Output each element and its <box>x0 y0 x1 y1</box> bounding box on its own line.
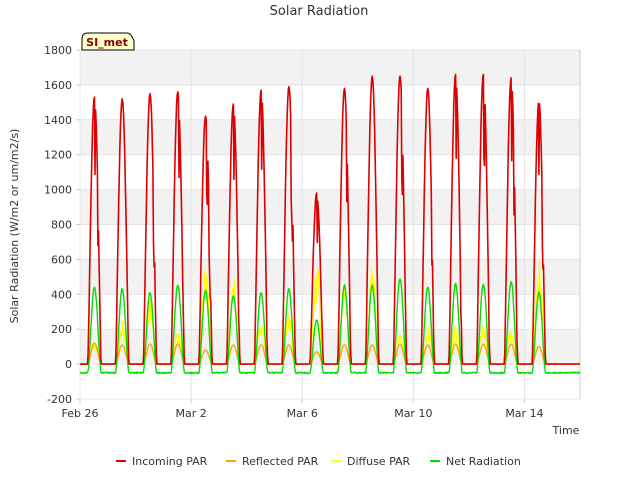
y-tick-label: 200 <box>51 323 72 336</box>
y-tick-label: 400 <box>51 288 72 301</box>
solar-radiation-chart: -200 0 200 400 600 800 1000 1200 1400 1600 1800 Fe… <box>0 0 640 480</box>
y-tick-label: 600 <box>51 253 72 266</box>
x-axis-label: Time <box>552 424 580 437</box>
y-tick-label: 0 <box>65 358 72 371</box>
chart-title: Solar Radiation <box>270 4 369 19</box>
y-tick-label: 800 <box>51 219 72 232</box>
y-tick-label: -200 <box>47 393 72 406</box>
plot-band <box>80 119 580 155</box>
site-label-badge: SI_met <box>81 32 135 51</box>
x-tick-label: Mar 14 <box>505 407 543 420</box>
y-tick-label: 1600 <box>44 79 72 92</box>
x-tick-label: Mar 6 <box>287 407 318 420</box>
site-label-text: SI_met <box>86 36 128 49</box>
y-tick-label: 1400 <box>44 114 72 127</box>
y-tick-label: 1000 <box>44 184 72 197</box>
x-tick-label: Feb 26 <box>62 407 99 420</box>
x-tick-label: Mar 10 <box>394 407 432 420</box>
legend-label-net: Net Radiation <box>446 455 521 468</box>
legend-label-reflected: Reflected PAR <box>242 455 319 468</box>
legend-label-diffuse: Diffuse PAR <box>347 455 411 468</box>
y-tick-label: 1200 <box>44 149 72 162</box>
x-tick-label: Mar 2 <box>175 407 206 420</box>
plot-band <box>80 50 580 85</box>
legend-label-incoming: Incoming PAR <box>132 455 208 468</box>
y-axis-label: Solar Radiation (W/m2 or um/m2/s) <box>8 129 21 324</box>
plot-band <box>80 189 580 225</box>
y-tick-label: 1800 <box>44 44 72 57</box>
